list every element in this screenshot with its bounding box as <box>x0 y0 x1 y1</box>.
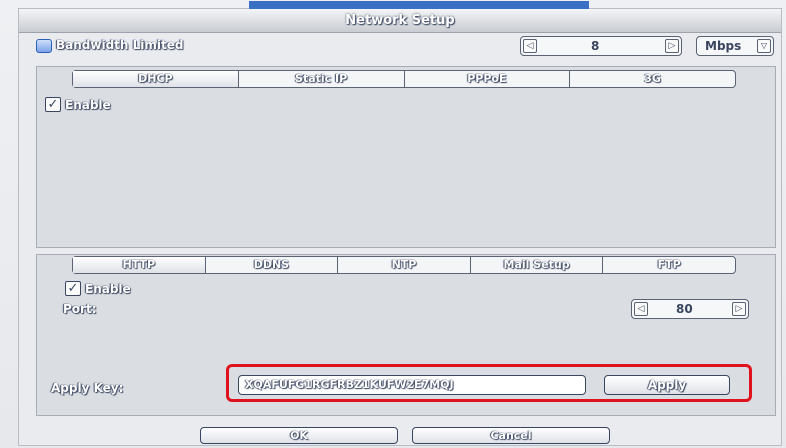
bandwidth-increase-icon[interactable]: ▷ <box>665 39 679 53</box>
tab-pppoe[interactable]: PPPoE <box>405 71 571 87</box>
bandwidth-unit-label: Mbps <box>705 39 742 53</box>
tab-3g[interactable]: 3G <box>570 71 735 87</box>
tab-ddns[interactable]: DDNS <box>206 257 339 273</box>
title-accent-bar <box>249 1 589 9</box>
apply-button[interactable]: Apply <box>604 375 730 395</box>
chevron-down-icon[interactable]: ▽ <box>757 39 771 53</box>
ok-button[interactable]: OK <box>200 427 398 444</box>
bandwidth-value: 8 <box>591 39 600 53</box>
bandwidth-row: Bandwidth Limited ◁ 8 ▷ Mbps ▽ <box>36 36 776 58</box>
connection-enable-checkbox[interactable]: ✓ <box>45 97 61 112</box>
tab-mail-setup[interactable]: Mail Setup <box>471 257 604 273</box>
port-decrease-icon[interactable]: ◁ <box>634 302 648 316</box>
bandwidth-unit-select[interactable]: Mbps ▽ <box>696 36 774 56</box>
service-tabs: HTTP DDNS NTP Mail Setup FTP <box>72 256 736 274</box>
port-value[interactable]: 80 <box>676 302 693 316</box>
connection-panel: ✓ Enable <box>36 66 776 248</box>
dialog-title: Network Setup <box>345 13 455 28</box>
port-label: Port: <box>63 302 97 316</box>
service-enable-checkbox[interactable]: ✓ <box>65 281 81 296</box>
port-increase-icon[interactable]: ▷ <box>732 302 746 316</box>
connection-enable-label: Enable <box>65 98 111 112</box>
bandwidth-limited-checkbox[interactable] <box>36 39 52 53</box>
bandwidth-limited-label: Bandwidth Limited <box>56 38 184 52</box>
cancel-button[interactable]: Cancel <box>412 427 610 444</box>
bandwidth-decrease-icon[interactable]: ◁ <box>523 39 537 53</box>
service-enable-label: Enable <box>85 282 131 296</box>
port-spinner: ◁ 80 ▷ <box>631 299 749 319</box>
apply-key-label: Apply Key: <box>51 381 124 395</box>
screen: Network Setup Bandwidth Limited ◁ 8 ▷ Mb… <box>0 0 786 448</box>
apply-key-input[interactable]: XQAFUFG1RGFRBZ1KUFW2E7MQJ <box>238 375 586 395</box>
dialog-titlebar: Network Setup <box>19 9 781 33</box>
tab-ftp[interactable]: FTP <box>603 257 735 273</box>
bandwidth-spinner: ◁ 8 ▷ <box>520 36 682 56</box>
tab-ntp[interactable]: NTP <box>338 257 471 273</box>
connection-tabs: DHCP Static IP PPPoE 3G <box>72 70 736 88</box>
tab-static-ip[interactable]: Static IP <box>239 71 405 87</box>
tab-http[interactable]: HTTP <box>73 257 206 273</box>
tab-dhcp[interactable]: DHCP <box>73 71 239 87</box>
